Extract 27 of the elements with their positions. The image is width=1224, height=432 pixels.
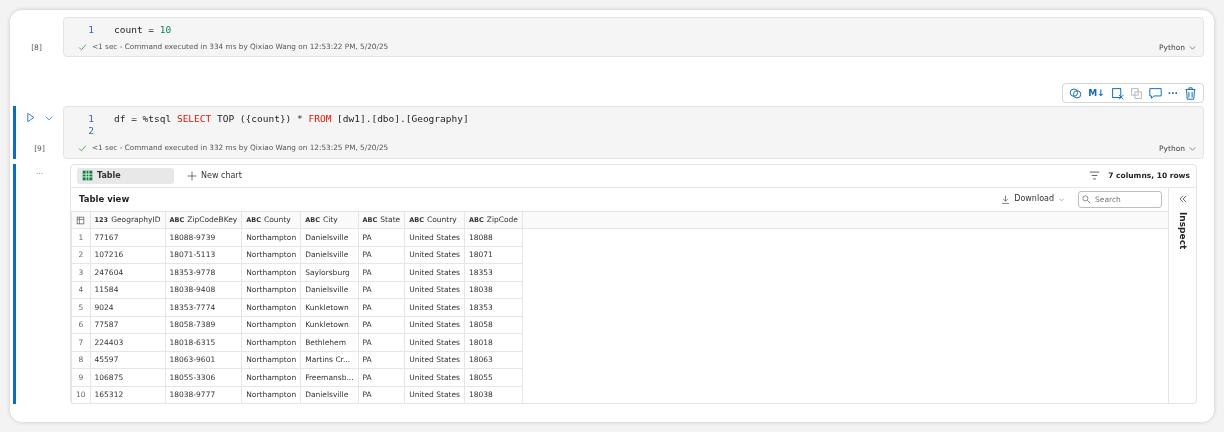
plus-icon [187, 170, 197, 181]
download-button[interactable]: Download [996, 191, 1070, 207]
delete-button[interactable] [1184, 86, 1197, 100]
line-number: 1 [87, 113, 95, 126]
table-icon [82, 170, 93, 181]
comment-button[interactable] [1148, 86, 1162, 100]
chevron-down-icon[interactable] [1188, 144, 1197, 154]
table-view-title: Table view [79, 192, 130, 206]
table-tab[interactable]: Table [77, 167, 174, 184]
line-number: 1 [87, 24, 95, 36]
run-button[interactable] [25, 112, 36, 124]
chevron-down-icon[interactable] [1188, 43, 1197, 53]
line-number: 2 [87, 125, 95, 138]
copilot-button[interactable] [1069, 86, 1083, 100]
code-line: df = %tsql SELECT TOP ({count}) * FROM [dw1].[dbo].[Geography] [114, 113, 469, 126]
markdown-button[interactable]: M↓ [1088, 86, 1105, 101]
clear-output-button[interactable] [1110, 86, 1124, 100]
more-button[interactable]: ··· [1167, 86, 1178, 101]
new-chart-button[interactable]: New chart [182, 167, 247, 184]
download-icon [1001, 194, 1011, 204]
table-select-icon [76, 215, 85, 225]
code-line: count = 10 [114, 24, 172, 36]
filter-icon [1089, 170, 1101, 181]
chevron-down-icon [1058, 195, 1065, 203]
collapse-chevrons-icon[interactable] [1177, 193, 1188, 204]
inspect-tab[interactable]: Inspect [1175, 211, 1190, 249]
search-icon [1082, 194, 1091, 204]
